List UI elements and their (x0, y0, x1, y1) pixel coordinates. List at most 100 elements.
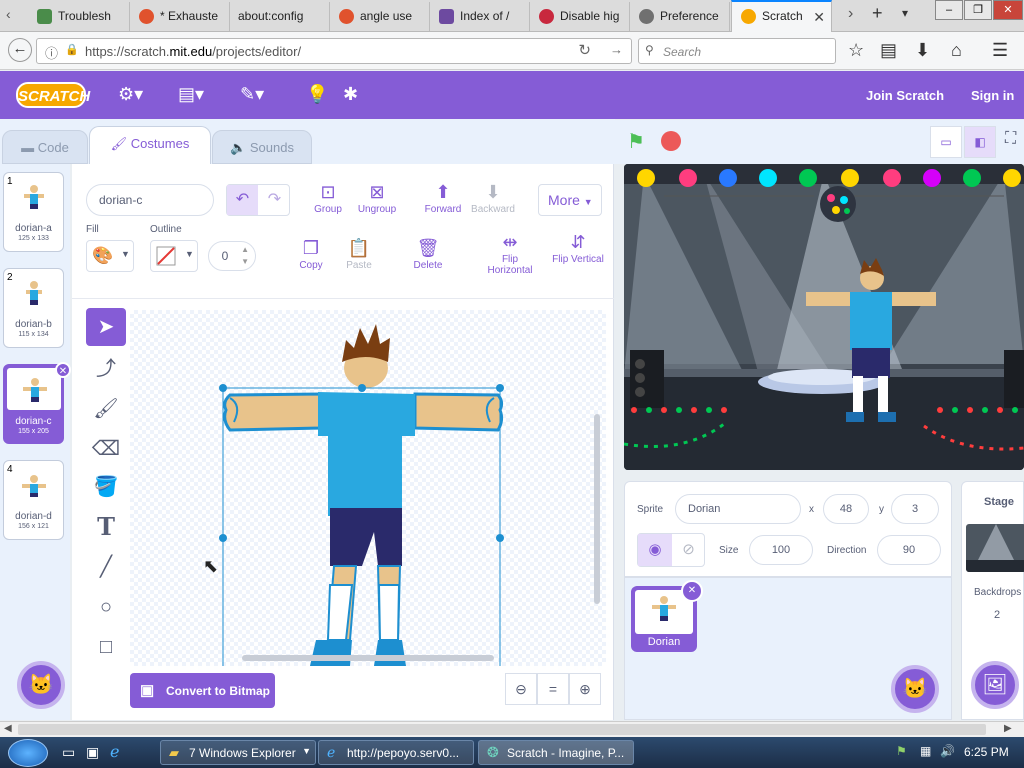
costume-item[interactable]: 4 dorian-d 156 x 121 (3, 460, 64, 540)
library-icon[interactable]: ▤ (880, 40, 897, 61)
redo-icon[interactable]: ↷ (259, 185, 290, 215)
direction-input[interactable]: 90 (877, 535, 941, 565)
scroll-right-icon[interactable]: ▶ (1004, 723, 1012, 734)
small-stage-icon[interactable]: ▭ (930, 126, 962, 158)
zoom-out-button[interactable]: ⊖ (505, 673, 537, 705)
paint-canvas[interactable] (130, 310, 606, 666)
costume-name-input[interactable]: dorian-c (86, 184, 214, 216)
paste-button[interactable]: 📋 Paste (342, 238, 376, 271)
tab-sounds[interactable]: 🔈 Sounds (212, 130, 312, 164)
control-panel-icon[interactable]: ▣ (86, 744, 99, 761)
tab-costumes[interactable]: 🖌 Costumes (89, 126, 211, 164)
taskbar-scratch[interactable]: ❂ Scratch - Imagine, P... (478, 740, 634, 765)
tutorials-lightbulb-icon[interactable]: 💡 (306, 84, 328, 105)
clock[interactable]: 6:25 PM (964, 745, 1009, 759)
close-window-button[interactable]: ✕ (993, 0, 1023, 20)
internet-explorer-icon[interactable]: ℯ (110, 742, 119, 762)
url-bar[interactable]: ⓘ 🔒 https://scratch.mit.edu/projects/edi… (36, 38, 632, 64)
settings-gear-icon[interactable]: ⚙▾ (118, 84, 143, 105)
browser-tab-troubleshoot[interactable]: Troublesh (28, 2, 130, 31)
eraser-tool-icon[interactable]: ⌫ (86, 430, 126, 468)
scroll-tabs-right-icon[interactable]: › (848, 5, 853, 23)
join-scratch-link[interactable]: Join Scratch (866, 88, 944, 103)
delete-sprite-icon[interactable]: ✕ (681, 580, 703, 602)
minimize-window-button[interactable]: – (935, 0, 963, 20)
x-position-input[interactable]: 48 (823, 494, 869, 524)
more-dropdown[interactable]: More ▼ (538, 184, 602, 216)
browser-tab-index[interactable]: Index of / (430, 2, 530, 31)
ungroup-button[interactable]: ⊠ Ungroup (354, 182, 400, 215)
costume-item[interactable]: 2 dorian-b 115 x 134 (3, 268, 64, 348)
delete-button[interactable]: 🗑 Delete (408, 238, 448, 271)
edit-menu-icon[interactable]: ✎▾ (240, 84, 264, 105)
reload-icon[interactable]: ↻ (578, 41, 591, 59)
brush-tool-icon[interactable]: 🖌 (86, 390, 126, 428)
browser-tab-disable[interactable]: Disable hig (530, 2, 630, 31)
outline-width-input[interactable]: 0 ▲ ▼ (208, 241, 256, 271)
large-stage-icon[interactable]: ◧ (964, 126, 996, 158)
undo-icon[interactable]: ↶ (227, 185, 258, 215)
info-icon[interactable]: ⓘ (45, 43, 58, 62)
sign-in-link[interactable]: Sign in (971, 88, 1014, 103)
sprite-name-input[interactable]: Dorian (675, 494, 801, 524)
y-position-input[interactable]: 3 (891, 494, 939, 524)
bookmark-star-icon[interactable]: ☆ (848, 40, 864, 61)
go-arrow-icon[interactable]: → (610, 42, 623, 57)
stepper-arrows-icon[interactable]: ▲ ▼ (241, 244, 249, 268)
canvas-horizontal-scrollbar[interactable] (242, 655, 494, 661)
fill-bucket-tool-icon[interactable]: 🪣 (86, 468, 126, 506)
download-icon[interactable]: ⬇ (915, 40, 930, 61)
costume-item[interactable]: 1 dorian-a 125 x 133 (3, 172, 64, 252)
choose-costume-button[interactable]: 🐱 (17, 661, 65, 709)
fullscreen-icon[interactable]: ⛶ (1005, 130, 1016, 148)
circle-tool-icon[interactable]: ○ (86, 588, 126, 626)
taskbar-windows-explorer[interactable]: ▰ 7 Windows Explorer ▼ (160, 740, 316, 765)
browser-tab-exhausted[interactable]: * Exhauste (130, 2, 230, 31)
volume-icon[interactable]: 🔊 (940, 744, 955, 758)
outline-color-picker[interactable]: ▼ (150, 240, 198, 272)
size-input[interactable]: 100 (749, 535, 813, 565)
browser-tab-preferences[interactable]: Preference (630, 2, 730, 31)
zoom-reset-button[interactable]: = (537, 673, 569, 705)
select-tool-icon[interactable]: ➤ (86, 308, 126, 346)
page-horizontal-scrollbar[interactable]: ◀ ▶ (0, 721, 1024, 737)
restore-window-button[interactable]: ❐ (964, 0, 992, 20)
file-menu-icon[interactable]: ▤▾ (178, 84, 204, 105)
tab-list-icon[interactable]: ▾ (902, 6, 908, 20)
scroll-left-icon[interactable]: ◀ (4, 723, 12, 734)
close-tab-icon[interactable]: ✕ (813, 9, 825, 26)
delete-costume-icon[interactable]: ✕ (55, 362, 71, 378)
show-desktop-icon[interactable]: ▭ (62, 744, 75, 761)
browser-tab-angle[interactable]: angle use (330, 2, 430, 31)
windows-start-button[interactable] (8, 739, 48, 767)
show-eye-icon[interactable]: ◉ (638, 534, 672, 566)
home-icon[interactable]: ⌂ (951, 40, 962, 61)
flip-vertical-button[interactable]: ⇵ Flip Vertical (550, 232, 606, 265)
backward-button[interactable]: ⬇ Backward (470, 182, 516, 215)
green-flag-icon[interactable]: ⚑ (627, 129, 645, 154)
rectangle-tool-icon[interactable]: □ (86, 628, 126, 666)
browser-tab-scratch[interactable]: Scratch ✕ (731, 0, 832, 32)
copy-button[interactable]: ❐ Copy (294, 238, 328, 271)
line-tool-icon[interactable]: ╱ (86, 548, 126, 586)
forward-button[interactable]: ⬆ Forward (420, 182, 466, 215)
tray-flag-icon[interactable]: ⚑ (896, 744, 907, 758)
hamburger-menu-icon[interactable]: ☰ (992, 40, 1008, 61)
costume-item-selected[interactable]: 3 dorian-c 155 x 205 ✕ (3, 362, 71, 444)
stage-canvas[interactable] (624, 164, 1024, 470)
flip-horizontal-button[interactable]: ⇹ Flip Horizontal (482, 232, 538, 276)
choose-sprite-button[interactable]: 🐱 (891, 665, 939, 713)
group-button[interactable]: ⊡ Group (308, 182, 348, 215)
scroll-tabs-left-icon[interactable]: ‹ (6, 6, 11, 22)
convert-to-bitmap-button[interactable]: ▣ Convert to Bitmap (130, 673, 275, 708)
scratch-logo[interactable]: SCRATCH (16, 82, 90, 108)
stop-icon[interactable] (661, 131, 681, 151)
network-icon[interactable]: ▦ (920, 744, 931, 758)
reshape-tool-icon[interactable]: ⤴ (86, 350, 126, 388)
fill-color-picker[interactable]: 🎨 ▼ (86, 240, 134, 272)
debug-icon[interactable]: ✱ (343, 84, 358, 105)
zoom-in-button[interactable]: ⊕ (569, 673, 601, 705)
text-tool-icon[interactable]: T (86, 508, 126, 546)
search-input[interactable]: ⚲ Search (638, 38, 836, 64)
scrollbar-thumb[interactable] (18, 724, 986, 735)
